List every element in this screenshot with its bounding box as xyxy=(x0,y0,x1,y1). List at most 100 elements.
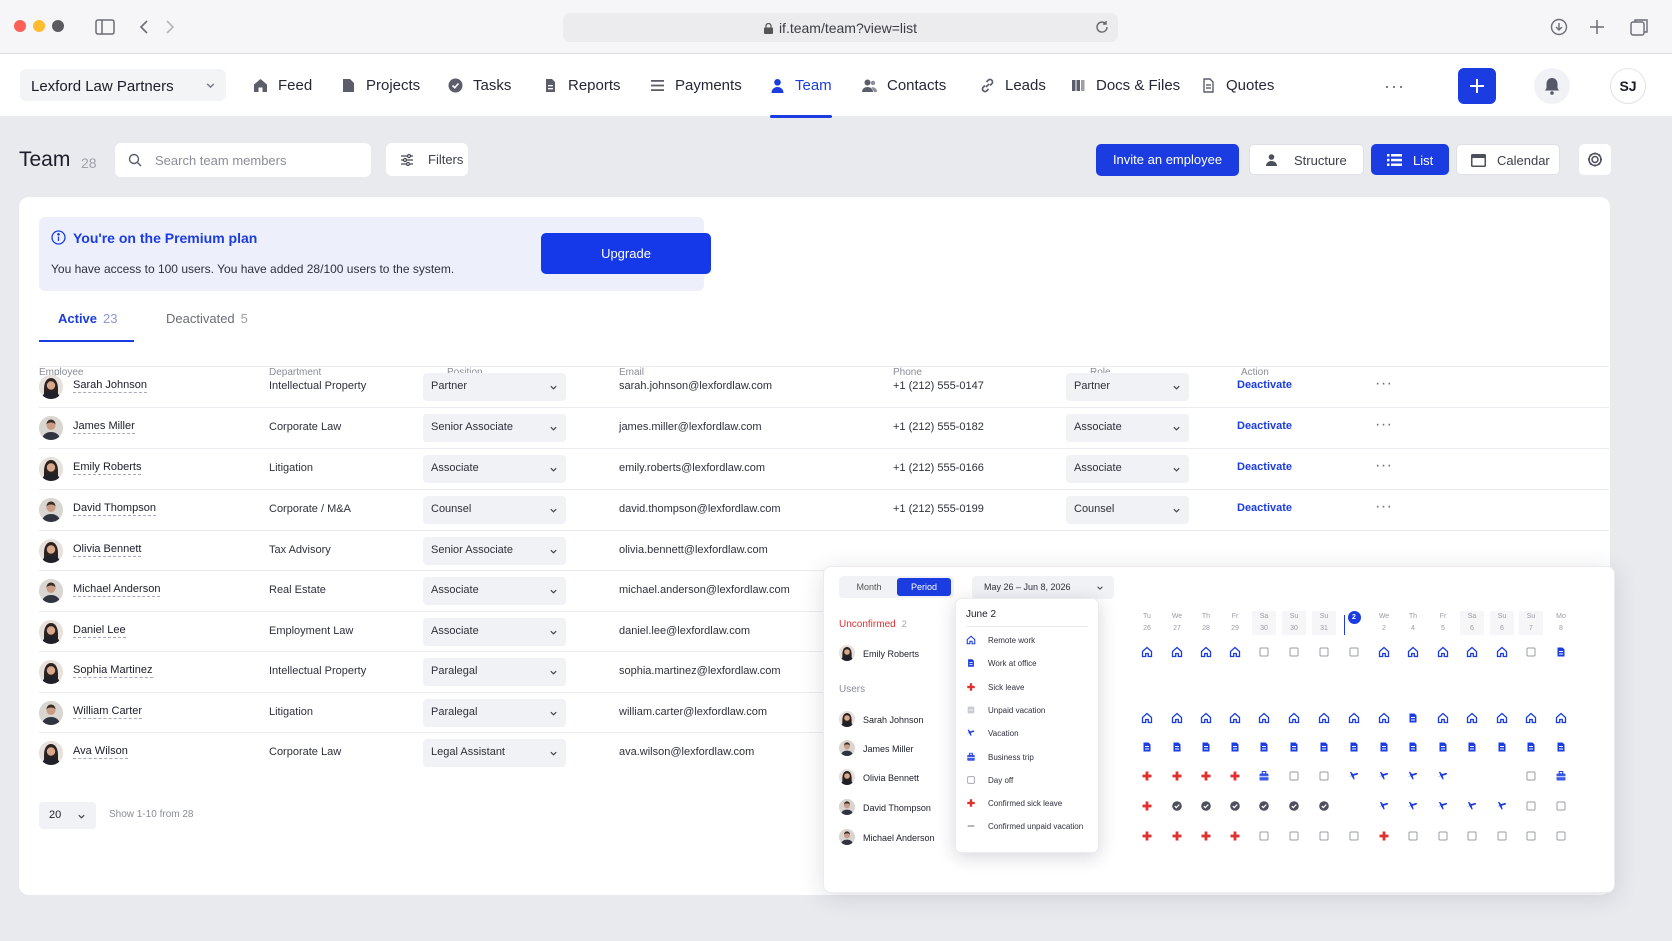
sick-leave-icon[interactable] xyxy=(1171,830,1183,842)
date-range-select[interactable]: May 26 – Jun 8, 2026 xyxy=(972,576,1114,599)
download-icon[interactable] xyxy=(1548,16,1570,38)
add-button[interactable] xyxy=(1458,68,1496,104)
confirmed-check-icon[interactable] xyxy=(1288,800,1300,812)
day-off-icon[interactable] xyxy=(1288,646,1300,658)
day-off-icon[interactable] xyxy=(1525,830,1537,842)
position-select[interactable]: Associate xyxy=(423,455,566,483)
day-off-icon[interactable] xyxy=(1496,830,1508,842)
address-bar[interactable]: if.team/team?view=list xyxy=(563,13,1118,42)
role-select[interactable]: Associate xyxy=(1066,455,1189,483)
day-off-icon[interactable] xyxy=(1318,770,1330,782)
vacation-plane-icon[interactable] xyxy=(1437,800,1449,812)
position-select[interactable]: Paralegal xyxy=(423,699,566,727)
employee-name-link[interactable]: Emily Roberts xyxy=(73,461,142,475)
office-icon[interactable] xyxy=(1525,741,1537,753)
row-more-menu-icon[interactable]: ··· xyxy=(1375,375,1392,393)
tab-active[interactable]: Active 23 xyxy=(58,311,118,326)
vacation-plane-icon[interactable] xyxy=(1437,770,1449,782)
sick-leave-icon[interactable] xyxy=(1378,830,1390,842)
row-more-menu-icon[interactable]: ··· xyxy=(1375,457,1392,475)
sick-leave-icon[interactable] xyxy=(1229,830,1241,842)
list-view-button[interactable]: List xyxy=(1371,144,1449,175)
office-icon[interactable] xyxy=(1258,741,1270,753)
user-avatar[interactable]: SJ xyxy=(1610,68,1646,104)
sick-leave-icon[interactable] xyxy=(1229,770,1241,782)
position-select[interactable]: Paralegal xyxy=(423,658,566,686)
vacation-plane-icon[interactable] xyxy=(1466,800,1478,812)
business-trip-icon[interactable] xyxy=(1258,770,1270,782)
remote-work-icon[interactable] xyxy=(1348,712,1360,724)
position-select[interactable]: Counsel xyxy=(423,496,566,524)
remote-work-icon[interactable] xyxy=(1258,712,1270,724)
remote-work-icon[interactable] xyxy=(1229,646,1241,658)
vacation-plane-icon[interactable] xyxy=(1496,800,1508,812)
day-off-icon[interactable] xyxy=(1525,770,1537,782)
remote-work-icon[interactable] xyxy=(1466,646,1478,658)
remote-work-icon[interactable] xyxy=(1171,646,1183,658)
remote-work-icon[interactable] xyxy=(1437,712,1449,724)
deactivate-link[interactable]: Deactivate xyxy=(1237,379,1292,391)
office-icon[interactable] xyxy=(1466,741,1478,753)
sick-leave-icon[interactable] xyxy=(1141,830,1153,842)
office-icon[interactable] xyxy=(1437,741,1449,753)
day-off-icon[interactable] xyxy=(1258,830,1270,842)
position-select[interactable]: Associate xyxy=(423,618,566,646)
sick-leave-icon[interactable] xyxy=(1141,770,1153,782)
back-arrow-icon[interactable] xyxy=(134,16,156,38)
employee-name-link[interactable]: William Carter xyxy=(73,705,143,719)
position-select[interactable]: Partner xyxy=(423,373,566,401)
remote-work-icon[interactable] xyxy=(1496,646,1508,658)
business-trip-icon[interactable] xyxy=(1555,770,1567,782)
nav-quotes[interactable]: Quotes xyxy=(1201,54,1274,117)
nav-payments[interactable]: Payments xyxy=(650,54,742,117)
new-tab-icon[interactable] xyxy=(1586,16,1608,38)
row-more-menu-icon[interactable]: ··· xyxy=(1375,498,1392,516)
more-nav-button[interactable]: ··· xyxy=(1384,76,1405,97)
tab-deactivated[interactable]: Deactivated 5 xyxy=(166,311,248,326)
remote-work-icon[interactable] xyxy=(1525,712,1537,724)
minimize-window-button[interactable] xyxy=(33,20,45,32)
day-off-icon[interactable] xyxy=(1407,830,1419,842)
role-select[interactable]: Counsel xyxy=(1066,496,1189,524)
deactivate-link[interactable]: Deactivate xyxy=(1237,502,1292,514)
maximize-window-button[interactable] xyxy=(52,20,64,32)
invite-employee-button[interactable]: Invite an employee xyxy=(1096,144,1239,176)
nav-feed[interactable]: Feed xyxy=(253,54,312,117)
employee-name-link[interactable]: James Miller xyxy=(73,420,135,434)
vacation-plane-icon[interactable] xyxy=(1378,770,1390,782)
employee-name-link[interactable]: Daniel Lee xyxy=(73,624,126,638)
remote-work-icon[interactable] xyxy=(1496,712,1508,724)
notifications-bell-icon[interactable] xyxy=(1534,68,1570,104)
sick-leave-icon[interactable] xyxy=(1171,770,1183,782)
office-icon[interactable] xyxy=(1555,741,1567,753)
deactivate-link[interactable]: Deactivate xyxy=(1237,461,1292,473)
calendar-view-button[interactable]: Calendar xyxy=(1456,144,1560,175)
confirmed-check-icon[interactable] xyxy=(1318,800,1330,812)
nav-docs-files[interactable]: Docs & Files xyxy=(1071,54,1180,117)
day-off-icon[interactable] xyxy=(1258,646,1270,658)
remote-work-icon[interactable] xyxy=(1378,712,1390,724)
remote-work-icon[interactable] xyxy=(1407,646,1419,658)
office-icon[interactable] xyxy=(1555,646,1567,658)
remote-work-icon[interactable] xyxy=(1288,712,1300,724)
office-icon[interactable] xyxy=(1229,741,1241,753)
employee-name-link[interactable]: Olivia Bennett xyxy=(73,543,142,557)
employee-name-link[interactable]: Ava Wilson xyxy=(73,745,128,759)
employee-name-link[interactable]: Sarah Johnson xyxy=(73,379,147,393)
day-off-icon[interactable] xyxy=(1525,646,1537,658)
role-select[interactable]: Associate xyxy=(1066,414,1189,442)
nav-team[interactable]: Team xyxy=(770,54,832,118)
close-window-button[interactable] xyxy=(14,20,26,32)
day-off-icon[interactable] xyxy=(1555,830,1567,842)
position-select[interactable]: Associate xyxy=(423,577,566,605)
remote-work-icon[interactable] xyxy=(1141,712,1153,724)
remote-work-icon[interactable] xyxy=(1318,712,1330,724)
day-off-icon[interactable] xyxy=(1288,770,1300,782)
structure-view-button[interactable]: Structure xyxy=(1249,144,1364,175)
month-mode-button[interactable]: Month xyxy=(842,578,896,596)
office-icon[interactable] xyxy=(1407,712,1419,724)
nav-contacts[interactable]: Contacts xyxy=(862,54,946,117)
employee-name-link[interactable]: David Thompson xyxy=(73,502,156,516)
employee-name-link[interactable]: Michael Anderson xyxy=(73,583,161,597)
office-icon[interactable] xyxy=(1378,741,1390,753)
